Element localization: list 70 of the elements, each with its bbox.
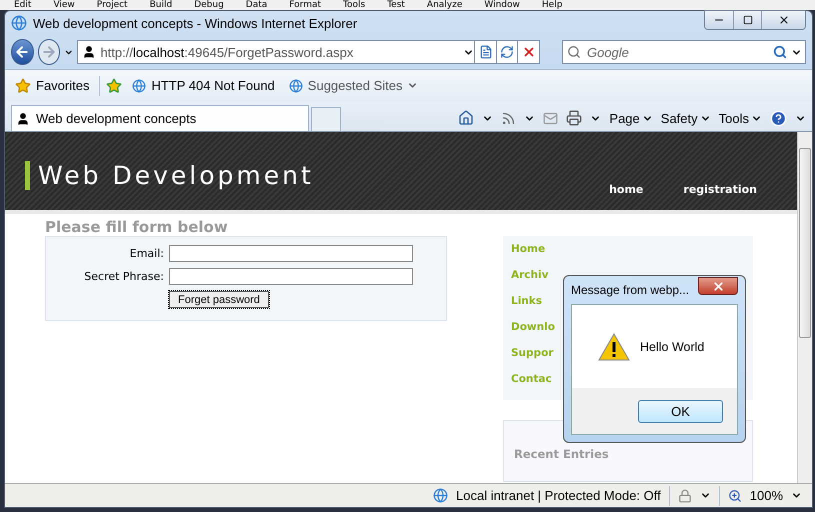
refresh-button[interactable] xyxy=(496,40,518,64)
zoom-icon xyxy=(728,488,742,502)
restore-button[interactable] xyxy=(733,11,761,29)
nav-link[interactable]: registration xyxy=(683,183,757,196)
stop-icon xyxy=(522,45,536,59)
menu-item[interactable]: Window xyxy=(484,0,520,10)
globe-icon xyxy=(288,78,303,92)
close-button[interactable] xyxy=(761,11,805,29)
menu-item[interactable]: View xyxy=(53,0,75,10)
site-title: Web Development xyxy=(25,161,314,190)
close-button[interactable] xyxy=(698,277,738,295)
form-heading: Please fill form below xyxy=(45,218,229,236)
globe-icon xyxy=(132,78,146,92)
feed-icon[interactable] xyxy=(501,110,516,126)
menu-item[interactable]: Data xyxy=(246,0,268,10)
globe-icon xyxy=(433,488,448,503)
back-button[interactable] xyxy=(11,39,34,65)
close-icon xyxy=(778,14,790,26)
search-icon[interactable] xyxy=(772,45,787,59)
forward-button[interactable] xyxy=(38,39,60,65)
command-menu[interactable]: Safety xyxy=(660,110,711,126)
warning-icon xyxy=(598,332,630,360)
search-icon xyxy=(566,45,581,59)
dialog-title: Message from webp... xyxy=(571,283,690,297)
input-field[interactable] xyxy=(169,268,413,285)
favorites-button[interactable]: Favorites xyxy=(11,78,94,94)
menu-item[interactable]: Edit xyxy=(14,0,32,10)
printer-icon[interactable] xyxy=(566,110,582,126)
browser-tab[interactable]: Web development concepts xyxy=(11,105,309,131)
menu-item[interactable]: Analyze xyxy=(426,0,462,10)
add-favorite-icon[interactable] xyxy=(106,78,122,94)
command-menu[interactable]: Tools xyxy=(718,110,762,126)
address-field[interactable]: http://localhost:49645/ForgetPassword.aspx xyxy=(77,40,476,64)
nav-link[interactable]: home xyxy=(609,183,644,196)
person-icon xyxy=(16,112,30,126)
menu-item[interactable]: Tools xyxy=(343,0,366,10)
menu-item[interactable]: Project xyxy=(96,0,128,10)
scrollbar[interactable] xyxy=(797,132,812,483)
compatibility-button[interactable] xyxy=(474,40,497,64)
arrow-right-icon xyxy=(40,44,57,60)
lock-icon[interactable] xyxy=(678,488,692,502)
person-icon xyxy=(82,45,96,59)
field-label: Secret Phrase: xyxy=(83,270,164,283)
ok-button[interactable]: OK xyxy=(638,400,723,422)
search-field[interactable]: Google xyxy=(562,40,806,64)
menu-item[interactable]: Test xyxy=(387,0,405,10)
stop-button[interactable] xyxy=(517,40,540,64)
menu-item[interactable]: Format xyxy=(289,0,322,10)
close-icon xyxy=(712,280,724,292)
refresh-icon xyxy=(500,45,514,59)
dialog-message: Hello World xyxy=(640,340,704,354)
menu-item[interactable]: Build xyxy=(150,0,172,10)
favorite-link[interactable]: Suggested Sites xyxy=(284,78,422,93)
field-label: Email: xyxy=(128,247,164,260)
help-icon[interactable] xyxy=(770,110,787,126)
favorite-link[interactable]: HTTP 404 Not Found xyxy=(128,78,279,93)
page-icon xyxy=(478,45,493,59)
command-menu[interactable]: Page xyxy=(609,110,653,126)
zoom-level[interactable]: 100% xyxy=(750,488,783,503)
section-heading: Recent Entries xyxy=(514,447,609,461)
home-icon[interactable] xyxy=(458,110,474,126)
status-text: Local intranet | Protected Mode: Off xyxy=(456,488,661,503)
submit-button[interactable]: Forget password xyxy=(169,291,269,308)
browser-logo-icon xyxy=(11,15,27,31)
restore-icon xyxy=(742,15,752,25)
window-title: Web development concepts - Windows Internet Explorer xyxy=(33,16,358,30)
menu-item[interactable]: Help xyxy=(542,0,562,10)
menu-item[interactable]: Debug xyxy=(194,0,224,10)
input-field[interactable] xyxy=(169,245,413,262)
star-icon xyxy=(15,78,31,94)
